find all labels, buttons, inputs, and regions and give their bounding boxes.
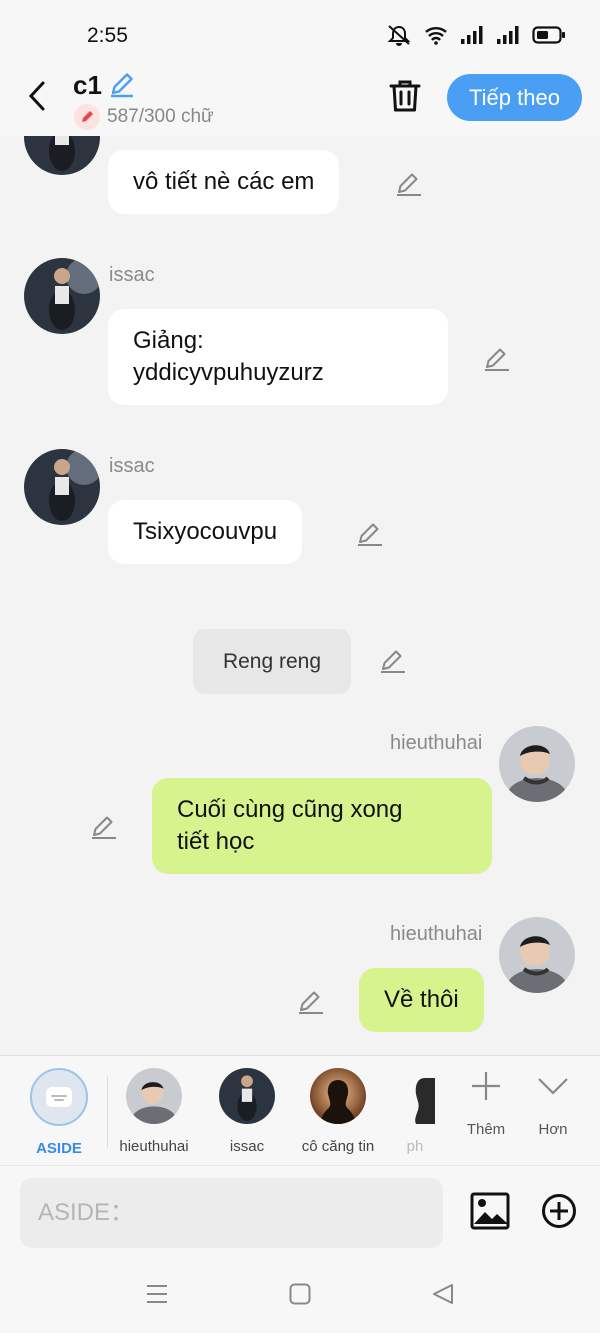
avatar-issac[interactable] — [24, 136, 100, 175]
character-aside[interactable]: ASIDE — [14, 1068, 104, 1157]
battery-icon — [532, 26, 565, 44]
divider — [107, 1076, 108, 1148]
add-button[interactable] — [541, 1193, 577, 1234]
home-nav-button[interactable] — [289, 1283, 311, 1310]
message-input[interactable] — [20, 1178, 443, 1248]
character-bar: ASIDE hieuthuhai issac cô căng tin ph Th… — [0, 1055, 600, 1165]
sender-name: hieuthuhai — [390, 923, 483, 945]
back-triangle-icon — [433, 1284, 453, 1304]
home-square-icon — [289, 1283, 311, 1305]
back-nav-button[interactable] — [432, 1283, 454, 1310]
edit-message-icon[interactable] — [297, 988, 325, 1016]
delete-button[interactable] — [388, 78, 422, 119]
back-button[interactable] — [22, 76, 52, 116]
edit-message-icon[interactable] — [483, 345, 511, 373]
signal-icon — [461, 26, 483, 44]
image-icon — [470, 1192, 510, 1230]
edit-message-icon[interactable] — [395, 170, 423, 198]
sender-name: issac — [109, 455, 155, 477]
message-line: Cuối cùng cũng xong — [177, 796, 403, 823]
avatar-issac[interactable] — [24, 449, 100, 525]
edit-title-button[interactable] — [108, 70, 136, 103]
less-button[interactable]: Hơn — [523, 1070, 583, 1138]
insert-image-button[interactable] — [470, 1192, 510, 1235]
word-count: 587/300 chữ — [107, 106, 214, 127]
message-bubble[interactable]: Về thôi — [359, 968, 484, 1032]
add-circle-icon — [542, 1194, 576, 1228]
system-nav-bar — [0, 1255, 600, 1333]
word-count-badge — [74, 104, 100, 130]
avatar — [219, 1068, 275, 1124]
status-icons — [386, 24, 566, 46]
status-time: 2:55 — [87, 24, 128, 47]
pencil-icon — [82, 111, 93, 122]
avatar-issac[interactable] — [24, 258, 100, 334]
avatar — [126, 1068, 182, 1124]
edit-message-icon[interactable] — [379, 647, 407, 675]
character-label: cô căng tin — [301, 1138, 375, 1155]
sender-name: hieuthuhai — [390, 732, 483, 754]
edit-message-icon[interactable] — [356, 520, 384, 548]
avatar-hieuthuhai[interactable] — [499, 726, 575, 802]
menu-icon — [147, 1285, 167, 1303]
plus-icon — [472, 1072, 500, 1100]
next-button[interactable]: Tiếp theo — [447, 74, 582, 121]
edit-message-icon[interactable] — [90, 813, 118, 841]
sender-name: issac — [109, 264, 155, 286]
avatar — [395, 1068, 435, 1124]
character-label: hieuthuhai — [119, 1138, 189, 1155]
narration-bubble[interactable]: Reng reng — [193, 629, 351, 694]
message-bubble[interactable]: Cuối cùng cũng xong tiết học — [152, 778, 492, 874]
message-line: tiết học — [177, 828, 255, 855]
chat-area[interactable]: vô tiết nè các em issac Giảng: yddicyvpu… — [0, 136, 600, 1055]
signal-icon-2 — [497, 26, 519, 44]
message-line: yddicyvpuhuyzurz — [133, 359, 324, 386]
header: c1 587/300 chữ Tiếp theo — [0, 60, 600, 136]
more-label: Thêm — [466, 1121, 506, 1138]
message-bubble[interactable]: vô tiết nè các em — [108, 150, 340, 214]
character-hieuthuhai[interactable]: hieuthuhai — [109, 1068, 199, 1155]
character-ph[interactable]: ph — [385, 1068, 445, 1155]
more-button[interactable]: Thêm — [456, 1070, 516, 1138]
menu-nav-button[interactable] — [146, 1283, 168, 1310]
avatar — [310, 1068, 366, 1124]
trash-icon — [389, 80, 421, 112]
character-label: ph — [406, 1138, 424, 1155]
character-issac[interactable]: issac — [202, 1068, 292, 1155]
page-title: c1 — [73, 70, 102, 100]
chevron-down-icon — [538, 1078, 568, 1095]
message-bubble[interactable]: Giảng: yddicyvpuhuyzurz — [108, 309, 448, 405]
message-line: Giảng: — [133, 327, 204, 354]
bell-muted-icon — [387, 25, 411, 46]
wifi-icon — [425, 27, 447, 45]
chevron-left-icon — [28, 81, 45, 111]
character-label: ASIDE — [36, 1140, 82, 1157]
less-label: Hơn — [538, 1121, 568, 1138]
avatar-hieuthuhai[interactable] — [499, 917, 575, 993]
character-label: issac — [229, 1138, 265, 1155]
character-co-cang-tin[interactable]: cô căng tin — [293, 1068, 383, 1155]
pencil-icon — [111, 73, 133, 98]
input-row — [0, 1165, 600, 1255]
aside-icon — [30, 1068, 88, 1126]
message-bubble[interactable]: Tsixyocouvpu — [108, 500, 303, 564]
